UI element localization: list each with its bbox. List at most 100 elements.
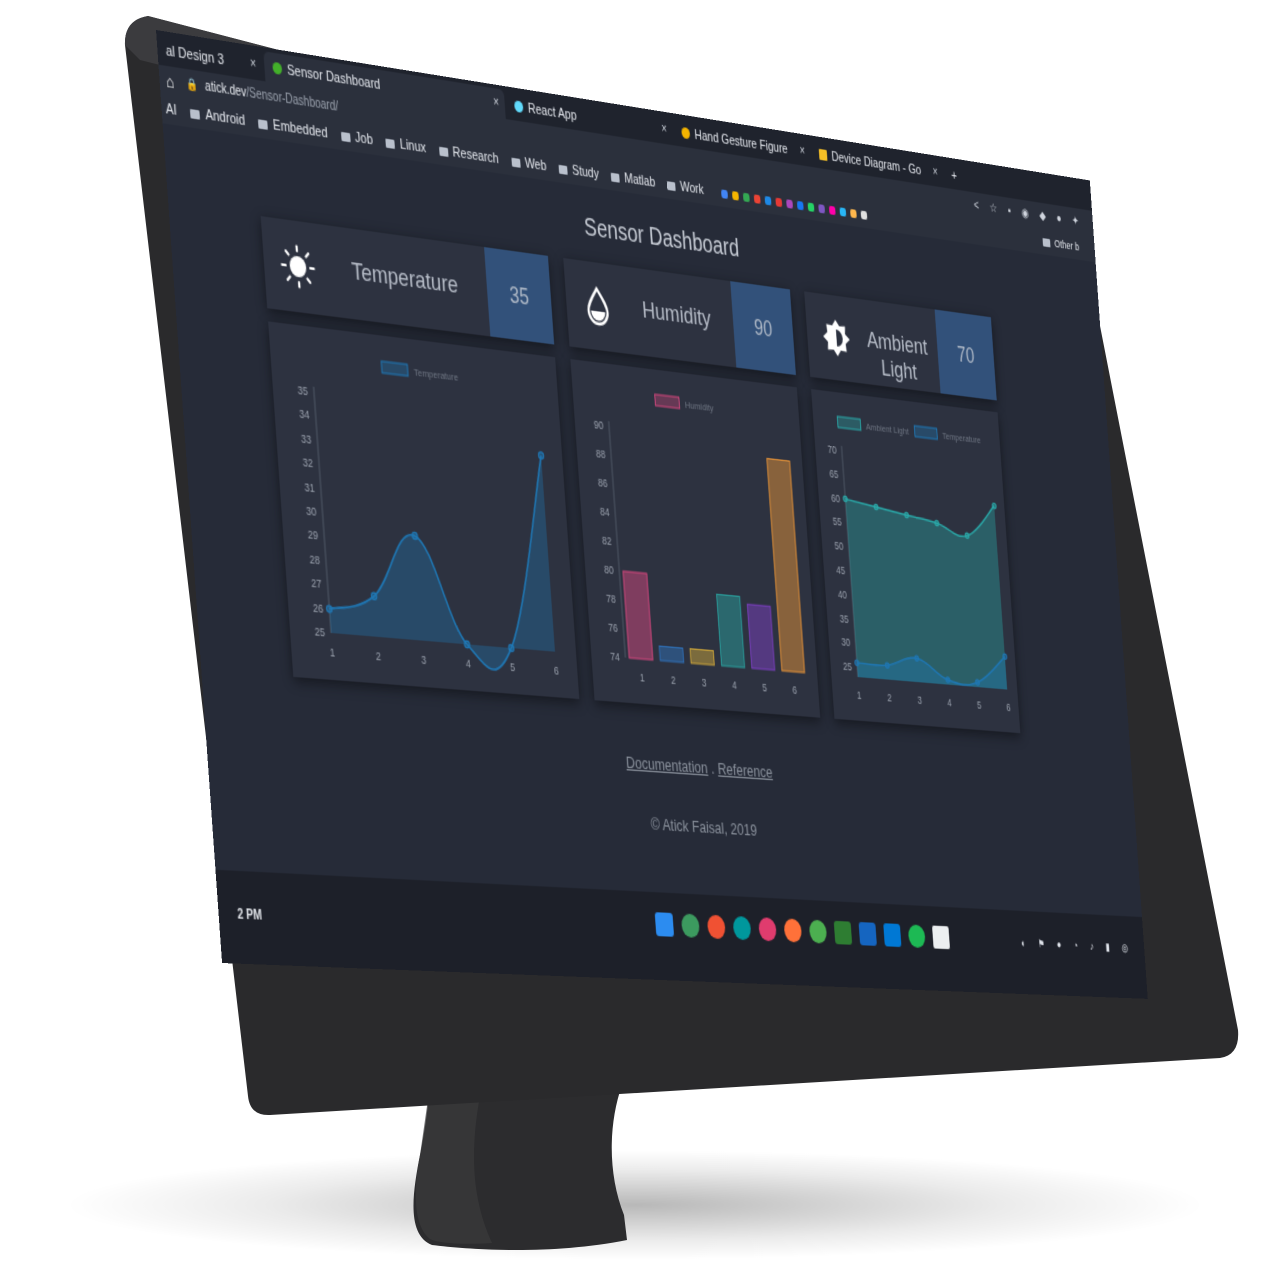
bookmark-work[interactable]: Work [666,177,705,198]
data-point [975,680,979,686]
tab-close-icon[interactable]: × [493,96,500,111]
legend-label: Humidity [685,400,714,415]
y-tick-label: 30 [306,505,317,519]
sensor-value: 70 [934,309,997,401]
data-point [538,452,543,459]
y-tick-label: 25 [314,626,325,640]
folder-icon [438,145,449,157]
data-point [874,504,878,510]
x-tick-label: 5 [510,661,516,674]
react-favicon-icon [514,100,524,114]
bookmark-label: Job [354,130,374,149]
bookmark-ai[interactable]: AI [165,101,177,119]
text-editor-icon[interactable] [932,925,951,950]
sensor-favicon-icon [272,61,283,75]
y-tick-label: 32 [302,457,313,471]
sensor-label: Ambient Light [865,327,929,386]
copyright-text: © Atick Faisal, 2019 [650,814,758,840]
arduino-icon[interactable] [732,915,752,941]
ambient-light-chart: Ambient LightTemperature2530354045505560… [827,389,1011,714]
tab-close-icon[interactable]: × [799,144,805,158]
image-viewer-icon[interactable] [833,920,853,945]
folder-icon [511,156,521,168]
y-tick-label: 76 [608,622,618,635]
system-tray-icons[interactable]: ◐ ⚑ ● ◔ ♪ ▮ ◎ [1021,937,1134,955]
footer-links: Documentation . Reference [205,723,1134,806]
bookmark-other[interactable]: Other b [1042,236,1080,253]
sensor-label: Humidity [641,297,712,333]
bookmark-study[interactable]: Study [558,161,599,182]
folder-icon [258,118,269,130]
bar [659,646,683,662]
plus-icon: + [950,168,958,184]
data-point [326,605,332,612]
water-drop-icon [580,283,615,330]
taskbar-clock[interactable]: 2 PM [237,908,262,924]
sensor-value: 35 [484,247,555,345]
bar [747,604,774,670]
tab-close-icon[interactable]: × [932,166,938,180]
data-point [464,641,470,648]
y-tick-label: 30 [841,637,851,650]
bookmark-job[interactable]: Job [340,128,373,148]
x-tick-label: 4 [466,658,472,671]
legend-label: Ambient Light [866,422,910,438]
bookmark-label: Study [571,163,600,183]
tab-close-icon[interactable]: × [250,57,257,72]
vscode-icon[interactable] [883,923,902,948]
bookmark-linux[interactable]: Linux [385,135,427,156]
new-tab-button[interactable]: + [944,160,972,191]
reference-link[interactable]: Reference [717,759,773,781]
legend-swatch [914,426,937,440]
y-tick-label: 26 [313,602,324,616]
files-app-icon[interactable] [654,912,675,937]
legend-swatch [837,416,861,430]
y-tick-label: 74 [610,651,620,664]
y-tick-label: 60 [831,492,841,505]
tab-close-icon[interactable]: × [661,122,667,137]
android-studio-icon[interactable] [680,913,701,938]
bookmark-matlab[interactable]: Matlab [610,169,656,191]
lock-icon[interactable]: 🔒 [186,76,199,92]
y-tick-label: 28 [309,553,320,567]
sensor-value: 90 [730,281,796,376]
sensor-label: Temperature [350,258,459,300]
bookmark-research[interactable]: Research [438,143,499,167]
browser-screen: al Design 3 × Sensor Dashboard × React A… [156,30,1148,999]
swift-app-icon[interactable] [706,914,726,940]
bookmark-label: Android [204,107,246,130]
firefox-icon[interactable] [783,918,803,943]
legend-swatch [655,394,680,408]
documentation-link[interactable]: Documentation [625,753,708,777]
zotero-icon[interactable] [758,917,777,942]
bookmark-label: Embedded [272,117,329,142]
x-tick-label: 3 [917,695,922,707]
y-tick-label: 84 [600,506,610,519]
bookmark-label: AI [165,101,178,119]
bookmark-label: Work [679,179,705,198]
y-tick-label: 33 [301,433,312,447]
bookmark-embedded[interactable]: Embedded [258,115,329,142]
bar [623,571,653,660]
folder-icon [190,108,201,120]
folder-icon [558,164,568,175]
bookmark-web[interactable]: Web [511,154,547,174]
x-tick-label: 3 [421,654,427,667]
y-tick-label: 80 [604,564,614,577]
chrome-icon[interactable] [808,919,828,944]
app-store-icon[interactable] [858,922,877,946]
bar [690,649,714,665]
temperature-chart: Temperature25262728293031323334351 2 3 4 5 6 [297,321,579,699]
data-point [1003,654,1007,660]
bookmark-android[interactable]: Android [190,105,246,129]
home-icon[interactable]: ⌂ [165,70,175,91]
ambient-chart-card: Ambient Light Temperature 25 30 35 40 45 50 55 60… [811,389,1021,734]
tab-label: React App [527,100,578,124]
data-point [915,655,919,661]
x-tick-label: 1 [640,672,646,685]
y-tick-label: 86 [598,477,608,490]
y-tick-label: 34 [299,409,310,423]
data-point [855,660,859,666]
ambient-light-card: Ambient Light 70 [804,291,997,401]
spotify-icon[interactable] [907,924,926,949]
